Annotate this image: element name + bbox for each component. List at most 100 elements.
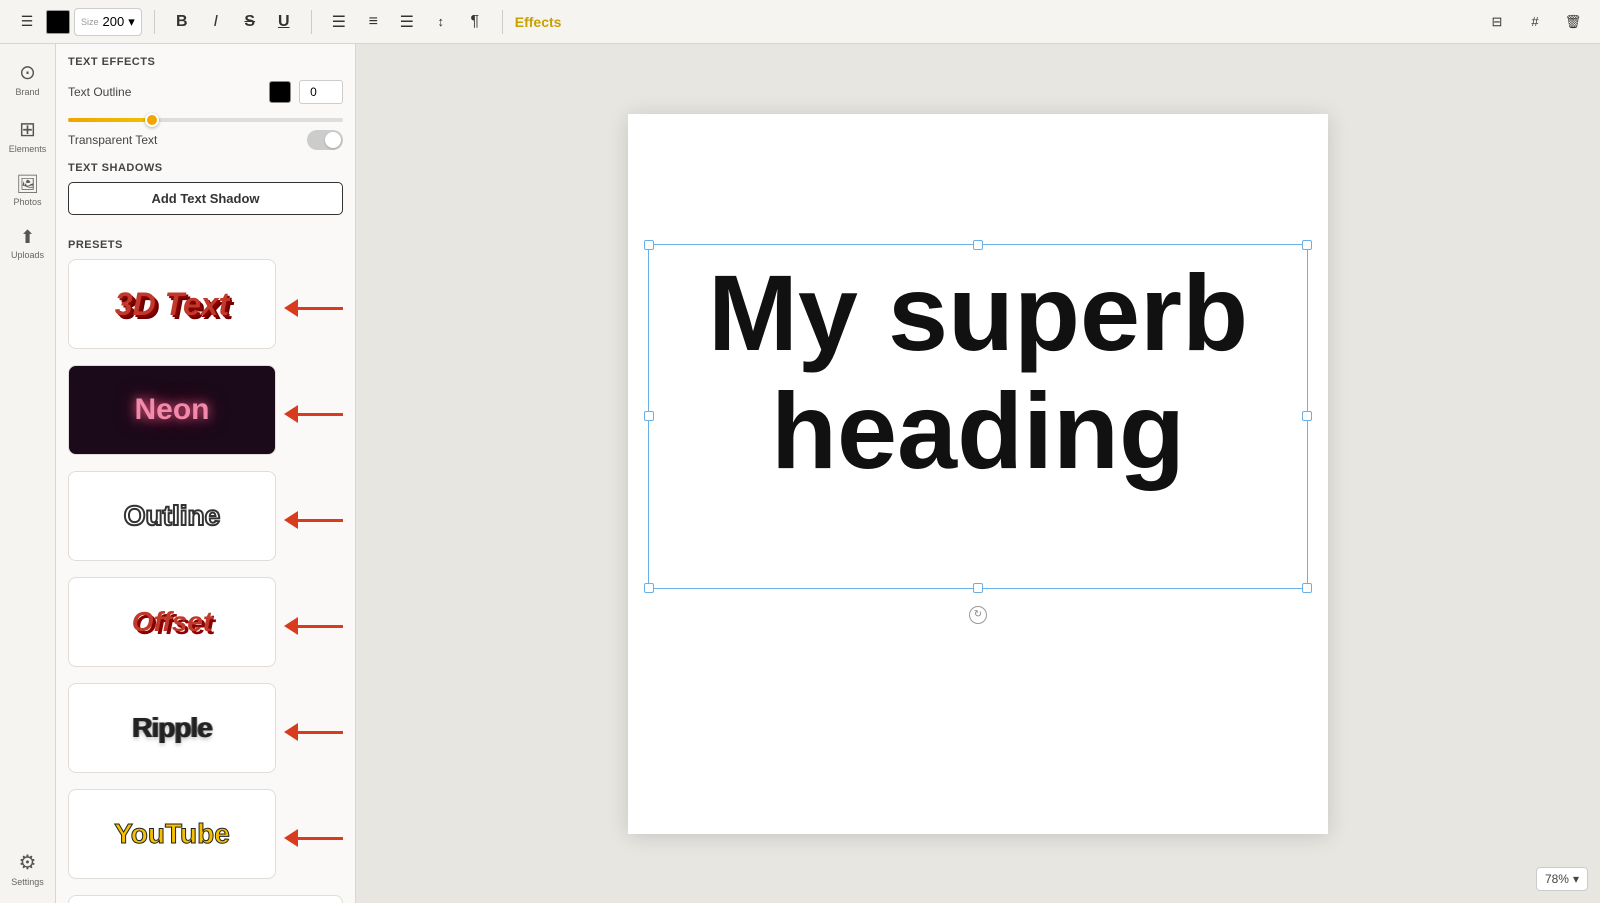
preset-card-outline[interactable]: Outline	[68, 471, 276, 561]
elements-icon: ⊞	[19, 117, 36, 142]
size-value: 200	[103, 14, 125, 29]
sidebar-photos-label: Photos	[13, 197, 41, 207]
preset-row-3d: 3D Text	[68, 259, 343, 357]
preset-arrow-youtube	[284, 829, 343, 847]
line-height-icon: ↕	[438, 14, 445, 29]
preset-card-youtube[interactable]: YouTube	[68, 789, 276, 879]
grid-icon: #	[1531, 14, 1538, 29]
toggle-knob	[325, 132, 341, 148]
text-outline-row: Text Outline	[68, 80, 343, 104]
arrow-shaft-ripple	[298, 731, 343, 734]
preset-row-outline: Outline	[68, 471, 343, 569]
sidebar-item-elements[interactable]: ⊞ Elements	[4, 109, 52, 162]
italic-button[interactable]: I	[201, 7, 231, 37]
menu-icon: ☰	[21, 13, 34, 30]
sidebar-uploads-label: Uploads	[11, 250, 44, 260]
chevron-down-icon: ▾	[128, 14, 135, 30]
text-color-swatch[interactable]	[46, 10, 70, 34]
preset-arrow-offset	[284, 617, 343, 635]
align-center-button[interactable]: ≡	[358, 7, 388, 37]
sidebar-elements-label: Elements	[9, 144, 47, 154]
panel-title: TEXT EFFECTS	[68, 56, 343, 68]
transparent-text-label: Transparent Text	[68, 133, 299, 147]
sep3	[502, 10, 503, 34]
distribute-icon: ⊟	[1492, 14, 1503, 30]
brand-icon: ⊙	[19, 60, 36, 85]
sidebar-item-photos[interactable]: 🖼 Photos	[4, 166, 52, 215]
zoom-indicator[interactable]: 78% ▾	[1536, 867, 1588, 891]
arrow-tip-youtube	[284, 829, 298, 847]
arrow-shaft-neon	[298, 413, 343, 416]
preset-row-ripple: Ripple	[68, 683, 343, 781]
outline-slider-thumb[interactable]	[145, 113, 159, 127]
sidebar-item-uploads[interactable]: ⬆ Uploads	[4, 219, 52, 268]
strikethrough-button[interactable]: S	[235, 7, 265, 37]
sidebar-item-settings[interactable]: ⚙ Settings	[4, 842, 52, 895]
paragraph-icon: ¶	[470, 13, 479, 31]
handle-bottom-center[interactable]	[973, 583, 983, 593]
paragraph-button[interactable]: ¶	[460, 7, 490, 37]
preset-arrow-outline	[284, 511, 343, 529]
distribute-button[interactable]: ⊟	[1482, 7, 1512, 37]
preset-card-shadow[interactable]: Shadow	[68, 895, 343, 903]
arrow-shaft-3d	[298, 307, 343, 310]
outline-slider-track	[68, 118, 343, 122]
transparent-toggle[interactable]	[307, 130, 343, 150]
underline-icon: U	[278, 13, 290, 31]
canvas-text-line1: My superb	[668, 254, 1288, 373]
preset-row-youtube: YouTube	[68, 789, 343, 887]
handle-bottom-left[interactable]	[644, 583, 654, 593]
sep1	[154, 10, 155, 34]
icon-sidebar: ⊙ Brand ⊞ Elements 🖼 Photos ⬆ Uploads ⚙ …	[0, 44, 56, 903]
outline-slider-fill	[68, 118, 151, 122]
underline-button[interactable]: U	[269, 7, 299, 37]
effects-button[interactable]: Effects	[515, 14, 562, 30]
preset-row-shadow: Shadow	[68, 895, 343, 903]
size-label: Size	[81, 17, 99, 27]
preset-arrow-3d	[284, 299, 343, 317]
sidebar-brand-label: Brand	[15, 87, 39, 97]
outline-value-input[interactable]	[299, 80, 343, 104]
line-height-button[interactable]: ↕	[426, 7, 456, 37]
arrow-tip-outline	[284, 511, 298, 529]
preset-youtube-text: YouTube	[114, 818, 230, 850]
strikethrough-icon: S	[244, 13, 255, 31]
arrow-tip-offset	[284, 617, 298, 635]
hamburger-btn[interactable]: ☰	[12, 7, 42, 37]
trash-icon: 🗑	[1565, 14, 1582, 30]
outline-color-swatch[interactable]	[269, 81, 291, 103]
zoom-chevron-icon: ▾	[1573, 872, 1579, 886]
arrow-tip-3d	[284, 299, 298, 317]
preset-neon-text: Neon	[135, 393, 210, 427]
canvas-area[interactable]: ↻ My superb heading 78% ▾	[356, 44, 1600, 903]
bold-button[interactable]: B	[167, 7, 197, 37]
preset-offset-text: Offset	[132, 606, 212, 638]
canvas-text[interactable]: My superb heading	[648, 244, 1308, 502]
sidebar-settings-label: Settings	[11, 877, 44, 887]
preset-ripple-text: Ripple	[132, 712, 212, 744]
transparent-text-row: Transparent Text	[68, 130, 343, 150]
outline-slider-container[interactable]	[68, 114, 343, 130]
handle-bottom-right[interactable]	[1302, 583, 1312, 593]
preset-arrow-neon	[284, 405, 343, 423]
align-center-icon: ≡	[369, 13, 377, 31]
top-toolbar: ☰ Size 200 ▾ B I S U ☰ ≡ ☰	[0, 0, 1600, 44]
rotate-handle[interactable]: ↻	[969, 606, 987, 624]
canvas-text-line2: heading	[668, 372, 1288, 491]
preset-card-ripple[interactable]: Ripple	[68, 683, 276, 773]
arrow-tip-neon	[284, 405, 298, 423]
grid-button[interactable]: #	[1520, 7, 1550, 37]
preset-card-offset[interactable]: Offset	[68, 577, 276, 667]
effects-panel: TEXT EFFECTS Text Outline Transparent Te…	[56, 44, 356, 903]
delete-button[interactable]: 🗑	[1558, 7, 1588, 37]
add-shadow-button[interactable]: Add Text Shadow	[68, 182, 343, 215]
font-size-select[interactable]: Size 200 ▾	[74, 8, 142, 36]
align-left-button[interactable]: ☰	[324, 7, 354, 37]
preset-card-3d[interactable]: 3D Text	[68, 259, 276, 349]
canvas-wrapper: ↻ My superb heading	[628, 114, 1328, 834]
preset-card-neon[interactable]: Neon	[68, 365, 276, 455]
arrow-shaft-youtube	[298, 837, 343, 840]
align-left-icon: ☰	[332, 12, 346, 32]
sidebar-item-brand[interactable]: ⊙ Brand	[4, 52, 52, 105]
align-right-button[interactable]: ☰	[392, 7, 422, 37]
